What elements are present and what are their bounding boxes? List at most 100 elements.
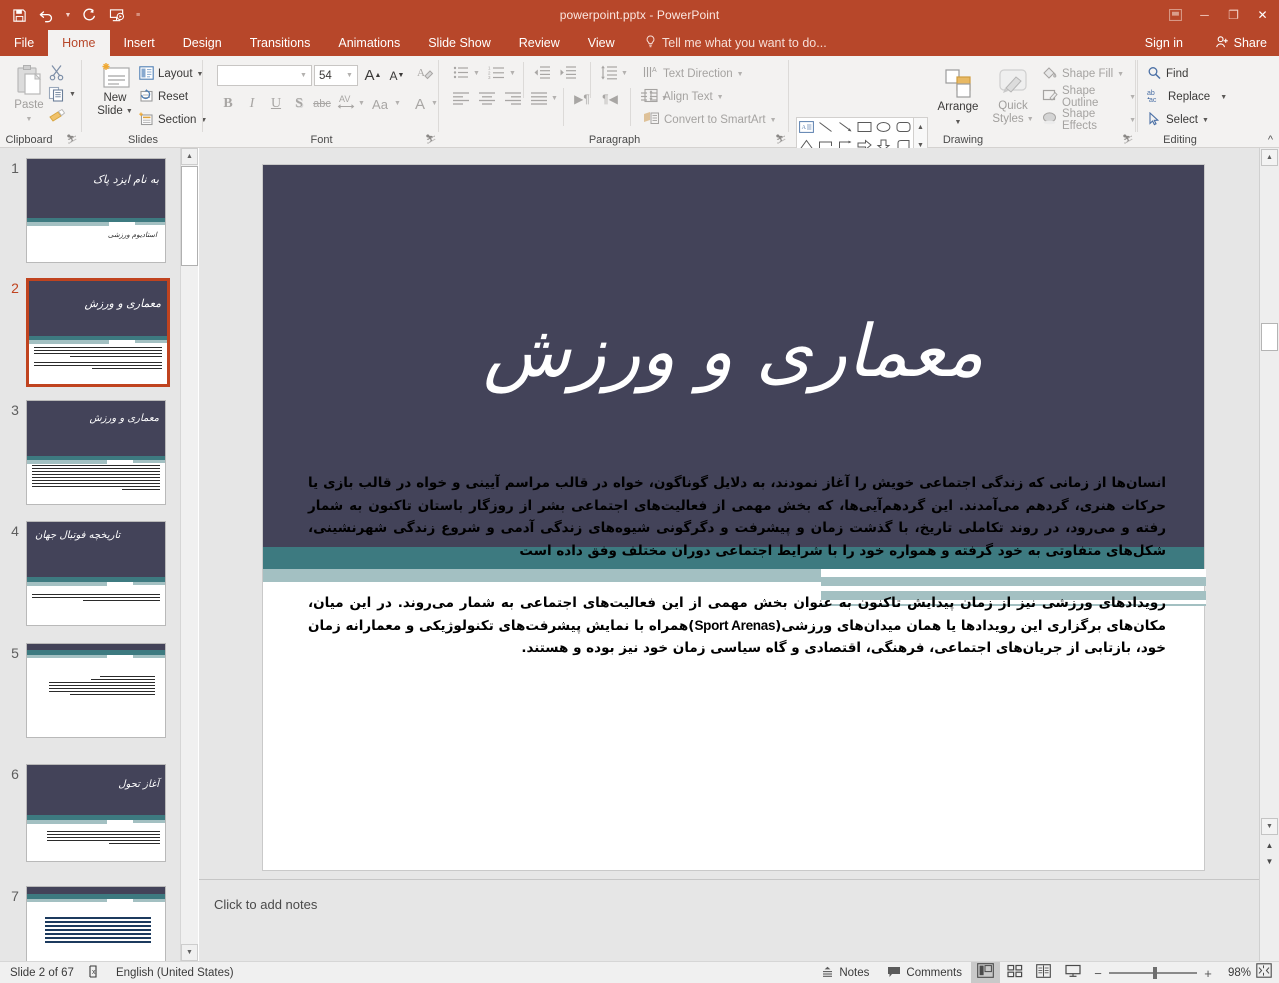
new-slide-button[interactable]: New Slide ▼ bbox=[90, 62, 140, 118]
numbering-button[interactable]: 123 bbox=[486, 64, 508, 84]
thumbnail-preview[interactable]: به نام ایزد پاک استادیوم ورزشی bbox=[26, 158, 166, 263]
shape-textbox-icon[interactable]: A bbox=[797, 118, 816, 136]
slide-thumbnail-5[interactable]: 5 bbox=[4, 643, 166, 738]
slide-counter[interactable]: Slide 2 of 67 bbox=[10, 967, 74, 979]
paragraph-dialog-launcher[interactable]: ⛷ bbox=[775, 134, 787, 145]
slide-title[interactable]: معماری و ورزش bbox=[263, 315, 1204, 387]
editor-scroll-down-icon[interactable]: ▼ bbox=[1261, 818, 1278, 835]
close-button[interactable]: ✕ bbox=[1248, 2, 1277, 28]
slide-thumbnail-3[interactable]: 3 معماری و ورزش bbox=[4, 400, 166, 505]
clipboard-dialog-launcher[interactable]: ⛷ bbox=[66, 134, 78, 145]
italic-button[interactable]: I bbox=[242, 94, 262, 114]
shape-outline-dropdown-icon[interactable]: ▼ bbox=[1129, 94, 1136, 101]
justify-dropdown-icon[interactable]: ▼ bbox=[551, 95, 558, 102]
text-direction-dropdown-icon[interactable]: ▼ bbox=[737, 71, 744, 78]
quick-styles-button[interactable]: Quick Styles ▼ bbox=[988, 68, 1038, 126]
fit-slide-to-window-button[interactable] bbox=[1251, 962, 1277, 983]
zoom-track[interactable] bbox=[1109, 967, 1197, 979]
line-spacing-dropdown-icon[interactable]: ▼ bbox=[621, 70, 628, 77]
font-color-button[interactable]: A bbox=[410, 94, 430, 114]
change-case-button[interactable]: Aa bbox=[368, 94, 392, 114]
sign-in-button[interactable]: Sign in bbox=[1145, 30, 1183, 56]
zoom-out-button[interactable]: − bbox=[1093, 966, 1103, 981]
minimize-button[interactable]: ─ bbox=[1190, 2, 1219, 28]
shape-outline-button[interactable]: Shape Outline ▼ bbox=[1042, 85, 1136, 109]
font-size-combo[interactable]: 54 ▼ bbox=[314, 65, 358, 86]
tab-insert[interactable]: Insert bbox=[110, 30, 169, 56]
notes-pane[interactable]: Click to add notes bbox=[199, 879, 1259, 961]
copy-dropdown-icon[interactable]: ▼ bbox=[69, 91, 76, 98]
rtl-button[interactable]: ¶◀ bbox=[598, 89, 622, 109]
ltr-button[interactable]: ▶¶ bbox=[570, 89, 594, 109]
font-dialog-launcher[interactable]: ⛷ bbox=[425, 134, 437, 145]
normal-view-button[interactable] bbox=[971, 962, 1000, 983]
text-shadow-button[interactable]: S bbox=[289, 94, 309, 114]
align-left-button[interactable] bbox=[450, 89, 472, 109]
select-dropdown-icon[interactable]: ▼ bbox=[1202, 117, 1209, 124]
convert-to-smartart-dropdown-icon[interactable]: ▼ bbox=[770, 117, 777, 124]
current-slide[interactable]: معماری و ورزش انسان‌ها از زمانی که زندگی… bbox=[262, 164, 1206, 871]
align-text-button[interactable]: Align Text ▼ bbox=[643, 87, 724, 107]
slide-thumbnail-4[interactable]: 4 تاریخچه فوتبال جهان bbox=[4, 521, 166, 626]
slideshow-view-button[interactable] bbox=[1058, 962, 1087, 983]
font-size-dropdown-icon[interactable]: ▼ bbox=[342, 66, 357, 85]
tab-slide-show[interactable]: Slide Show bbox=[414, 30, 505, 56]
editor-scroll-thumb[interactable] bbox=[1261, 323, 1278, 351]
ribbon-display-options-icon[interactable] bbox=[1161, 2, 1190, 28]
shape-rounded-rectangle-icon[interactable] bbox=[894, 118, 913, 136]
tab-view[interactable]: View bbox=[574, 30, 629, 56]
thumbnail-preview[interactable]: تاریخچه فوتبال جهان bbox=[26, 521, 166, 626]
copy-button[interactable] bbox=[48, 86, 65, 107]
slide-sorter-button[interactable] bbox=[1000, 962, 1029, 983]
font-color-dropdown-icon[interactable]: ▼ bbox=[431, 100, 438, 107]
tab-transitions[interactable]: Transitions bbox=[236, 30, 325, 56]
bold-button[interactable]: B bbox=[218, 94, 238, 114]
zoom-level[interactable]: 98% bbox=[1219, 967, 1251, 979]
shape-effects-dropdown-icon[interactable]: ▼ bbox=[1129, 117, 1136, 124]
editor-scrollbar[interactable]: ▲ ▼ ▲ ▼ bbox=[1259, 148, 1279, 961]
zoom-handle[interactable] bbox=[1153, 967, 1157, 979]
select-button[interactable]: Select ▼ bbox=[1147, 110, 1209, 130]
slide-body-text[interactable]: انسان‌ها از زمانی که زندگی اجتماعی خویش … bbox=[308, 472, 1166, 660]
layout-button[interactable]: Layout ▼ bbox=[139, 64, 203, 84]
thumbnail-preview[interactable]: معماری و ورزش bbox=[26, 400, 166, 505]
decrease-indent-button[interactable] bbox=[531, 64, 553, 84]
shape-line-icon[interactable] bbox=[816, 118, 835, 136]
next-slide-icon[interactable]: ▼ bbox=[1261, 854, 1278, 868]
character-spacing-button[interactable]: AV bbox=[335, 92, 357, 114]
share-button[interactable]: Share bbox=[1207, 30, 1275, 56]
reset-button[interactable]: Reset bbox=[139, 87, 188, 107]
editor-scroll-up-icon[interactable]: ▲ bbox=[1261, 149, 1278, 166]
thumbnail-preview[interactable] bbox=[26, 643, 166, 738]
shapes-scroll-up-icon[interactable]: ▲ bbox=[914, 118, 927, 136]
numbering-dropdown-icon[interactable]: ▼ bbox=[509, 70, 516, 77]
align-center-button[interactable] bbox=[476, 89, 498, 109]
text-direction-button[interactable]: A Text Direction ▼ bbox=[643, 64, 744, 84]
thumbnail-preview[interactable]: معماری و ورزش bbox=[26, 278, 170, 387]
convert-to-smartart-button[interactable]: Convert to SmartArt ▼ bbox=[643, 110, 777, 130]
paste-button[interactable]: Paste ▼ bbox=[6, 64, 52, 126]
align-right-button[interactable] bbox=[502, 89, 524, 109]
clear-formatting-button[interactable]: A bbox=[414, 64, 436, 86]
slide-thumbnail-7[interactable]: 7 bbox=[4, 886, 166, 961]
slide-thumbnail-1[interactable]: 1 به نام ایزد پاک استادیوم ورزشی bbox=[4, 158, 166, 263]
underline-button[interactable]: U bbox=[266, 94, 286, 114]
shape-rectangle-icon[interactable] bbox=[855, 118, 874, 136]
reading-view-button[interactable] bbox=[1029, 962, 1058, 983]
format-painter-button[interactable] bbox=[48, 108, 67, 129]
cut-button[interactable] bbox=[48, 64, 65, 86]
shape-fill-dropdown-icon[interactable]: ▼ bbox=[1117, 71, 1124, 78]
paste-dropdown-icon[interactable]: ▼ bbox=[26, 113, 33, 126]
replace-button[interactable]: ab ac Replace ▼ bbox=[1147, 87, 1227, 107]
slide-thumbnail-6[interactable]: 6 آغاز تحول bbox=[4, 764, 166, 862]
decrease-font-size-button[interactable]: A ▼ bbox=[386, 65, 408, 86]
change-case-dropdown-icon[interactable]: ▼ bbox=[394, 100, 401, 107]
zoom-in-button[interactable]: + bbox=[1203, 966, 1213, 981]
strikethrough-button[interactable]: abc bbox=[311, 94, 333, 114]
notes-button[interactable]: Notes bbox=[812, 962, 878, 983]
replace-dropdown-icon[interactable]: ▼ bbox=[1220, 94, 1227, 101]
previous-slide-icon[interactable]: ▲ bbox=[1261, 838, 1278, 852]
thumbnail-preview[interactable] bbox=[26, 886, 166, 961]
language-indicator[interactable]: English (United States) bbox=[116, 967, 234, 979]
section-button[interactable]: Section ▼ bbox=[139, 110, 207, 130]
